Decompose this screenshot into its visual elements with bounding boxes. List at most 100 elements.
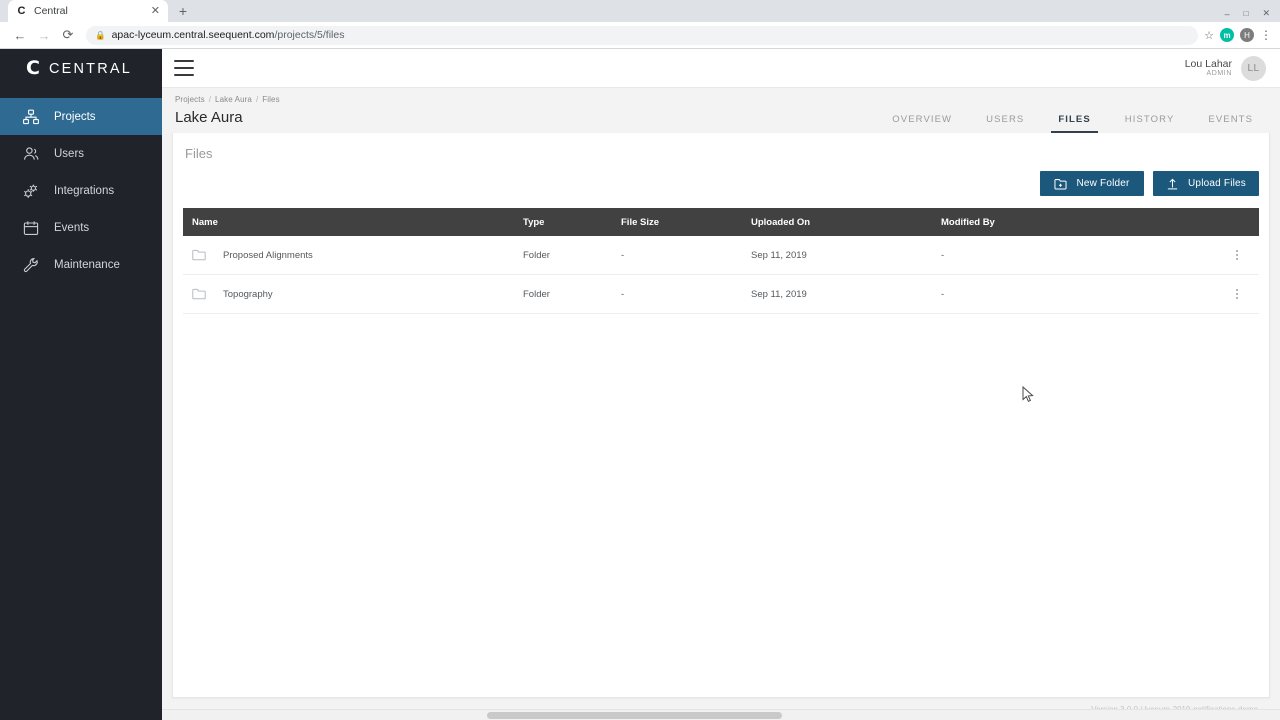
tab-users[interactable]: USERS [969, 114, 1041, 133]
hamburger-icon[interactable] [174, 60, 194, 76]
window-close-button[interactable]: ✕ [1262, 8, 1270, 19]
sidebar-item-label: Users [54, 147, 85, 160]
column-header-uploaded-on[interactable]: Uploaded On [751, 217, 941, 228]
sidebar-item-maintenance[interactable]: Maintenance [0, 246, 162, 283]
file-name[interactable]: Proposed Alignments [223, 250, 313, 261]
sidebar-item-projects[interactable]: Projects [0, 98, 162, 135]
window-minimize-button[interactable]: – [1225, 9, 1230, 19]
app-logo-text: CENTRAL [48, 60, 133, 77]
page-container: Projects / Lake Aura / Files Lake Aura O… [162, 88, 1280, 720]
app-viewport: C CENTRAL Projects Users Integrations Ev… [0, 49, 1280, 720]
lock-icon: 🔒 [95, 29, 106, 40]
row-menu-icon[interactable] [1215, 250, 1259, 260]
table-row[interactable]: Topography Folder - Sep 11, 2019 - [183, 275, 1259, 314]
files-card: Files New Folder Upload Files Name Type … [172, 133, 1270, 698]
browser-tab-strip: C Central ✕ + – □ ✕ [0, 0, 1280, 22]
folder-icon [192, 288, 206, 300]
page-header: Projects / Lake Aura / Files Lake Aura O… [172, 88, 1270, 133]
sidebar-item-integrations[interactable]: Integrations [0, 172, 162, 209]
profile-avatar-icon[interactable]: H [1240, 28, 1254, 42]
column-header-type[interactable]: Type [523, 217, 621, 228]
browser-menu-icon[interactable]: ⋮ [1260, 29, 1272, 41]
file-type: Folder [523, 288, 550, 300]
user-name: Lou Lahar [1184, 57, 1232, 70]
sidebar-item-label: Events [54, 221, 90, 234]
row-menu-icon[interactable] [1215, 289, 1259, 299]
page-title: Lake Aura [175, 109, 243, 126]
card-title: Files [185, 146, 213, 161]
browser-tab[interactable]: C Central ✕ [8, 0, 168, 22]
window-maximize-button[interactable]: □ [1244, 9, 1249, 18]
column-header-file-size[interactable]: File Size [621, 217, 751, 228]
users-icon [22, 145, 40, 163]
sidebar-item-users[interactable]: Users [0, 135, 162, 172]
user-role: ADMIN [1206, 70, 1232, 77]
new-tab-button[interactable]: + [172, 0, 194, 22]
project-tabs: OVERVIEW USERS FILES HISTORY EVENTS [875, 114, 1270, 133]
breadcrumb-separator: / [255, 95, 259, 104]
sidebar-bottom-filler [0, 709, 162, 720]
app-logo[interactable]: C CENTRAL [0, 49, 162, 88]
bookmark-star-icon[interactable]: ☆ [1204, 29, 1214, 42]
new-folder-icon [1054, 178, 1067, 190]
horizontal-scrollbar[interactable] [162, 709, 1280, 720]
url-text: apac-lyceum.central.seequent.com/project… [112, 29, 345, 41]
browser-tab-title: Central [34, 5, 68, 17]
sidebar: C CENTRAL Projects Users Integrations Ev… [0, 49, 162, 720]
column-header-modified-by[interactable]: Modified By [941, 217, 1215, 228]
central-logo-icon: C [26, 57, 40, 79]
breadcrumb-item-files[interactable]: Files [262, 95, 279, 104]
file-type: Folder [523, 249, 550, 261]
extension-icon[interactable]: m [1220, 28, 1234, 42]
column-header-name[interactable]: Name [183, 217, 523, 228]
folder-icon [192, 249, 206, 261]
new-folder-button[interactable]: New Folder [1040, 171, 1145, 196]
upload-icon [1166, 178, 1179, 190]
sidebar-item-label: Maintenance [54, 258, 120, 271]
breadcrumb-item-projects[interactable]: Projects [175, 95, 205, 104]
sidebar-item-events[interactable]: Events [0, 209, 162, 246]
tab-files[interactable]: FILES [1041, 114, 1107, 133]
file-modified-by: - [941, 288, 945, 300]
forward-icon[interactable]: → [32, 23, 56, 47]
card-actions: New Folder Upload Files [173, 161, 1269, 196]
user-menu[interactable]: Lou Lahar ADMIN LL [1184, 55, 1266, 81]
breadcrumb-item-lake-aura[interactable]: Lake Aura [215, 95, 252, 104]
address-bar[interactable]: 🔒 apac-lyceum.central.seequent.com/proje… [86, 25, 1199, 45]
file-uploaded-on: Sep 11, 2019 [751, 288, 807, 300]
files-table: Name Type File Size Uploaded On Modified… [183, 208, 1259, 314]
integrations-icon [22, 182, 40, 200]
tab-overview[interactable]: OVERVIEW [875, 114, 969, 133]
tab-history[interactable]: HISTORY [1108, 114, 1192, 133]
breadcrumb-separator: / [208, 95, 212, 104]
projects-icon [22, 108, 40, 126]
browser-toolbar: ← → ⟳ 🔒 apac-lyceum.central.seequent.com… [0, 22, 1280, 49]
upload-files-label: Upload Files [1188, 178, 1246, 189]
file-size: - [621, 249, 625, 261]
main-area: Lou Lahar ADMIN LL Projects / Lake Aura … [162, 49, 1280, 720]
url-host: apac-lyceum.central.seequent.com [111, 29, 275, 41]
table-row[interactable]: Proposed Alignments Folder - Sep 11, 201… [183, 236, 1259, 275]
events-icon [22, 219, 40, 237]
tab-events[interactable]: EVENTS [1191, 114, 1270, 133]
close-icon[interactable]: ✕ [151, 5, 160, 17]
sidebar-item-label: Projects [54, 110, 96, 123]
reload-icon[interactable]: ⟳ [56, 23, 80, 47]
app-topbar: Lou Lahar ADMIN LL [162, 49, 1280, 88]
back-icon[interactable]: ← [8, 23, 32, 47]
sidebar-nav: Projects Users Integrations Events Maint… [0, 98, 162, 283]
new-folder-label: New Folder [1076, 178, 1130, 189]
maintenance-icon [22, 256, 40, 274]
breadcrumb: Projects / Lake Aura / Files [175, 95, 875, 104]
tab-favicon-icon: C [17, 4, 26, 17]
file-uploaded-on: Sep 11, 2019 [751, 249, 807, 261]
file-modified-by: - [941, 249, 945, 261]
browser-window: C Central ✕ + – □ ✕ ← → ⟳ 🔒 apac-lyceum.… [0, 0, 1280, 720]
upload-files-button[interactable]: Upload Files [1153, 171, 1259, 196]
url-path: /projects/5/files [274, 29, 345, 41]
avatar[interactable]: LL [1241, 55, 1266, 81]
card-header: Files [173, 133, 1269, 161]
scrollbar-thumb[interactable] [487, 712, 782, 719]
file-name[interactable]: Topography [223, 289, 273, 300]
table-header-row: Name Type File Size Uploaded On Modified… [183, 208, 1259, 236]
